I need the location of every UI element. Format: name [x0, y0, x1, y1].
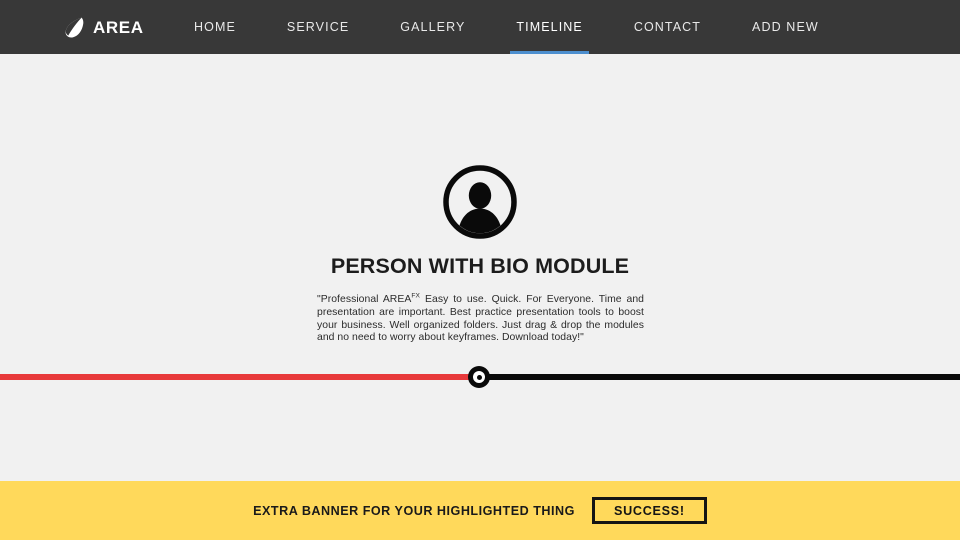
hero-title: PERSON WITH BIO MODULE [330, 254, 630, 278]
brand-logo-link[interactable]: AREA [65, 0, 144, 54]
timeline-played-track[interactable] [0, 374, 479, 380]
timeline-scrubber[interactable] [0, 366, 960, 388]
banner-text: EXTRA BANNER FOR YOUR HIGHLIGHTED THING [253, 503, 575, 518]
nav-item-home[interactable]: HOME [178, 0, 252, 54]
leaf-logo-icon [65, 17, 84, 38]
success-button[interactable]: SUCCESS! [591, 497, 707, 524]
main-navigation: HOME SERVICE GALLERY TIMELINE CONTACT AD… [178, 0, 835, 54]
hero-body-text: "Professional AREAFX Easy to use. Quick.… [317, 292, 644, 345]
nav-item-add-new[interactable]: ADD NEW [736, 0, 835, 54]
playhead-marker-icon[interactable] [468, 366, 490, 388]
nav-item-contact[interactable]: CONTACT [618, 0, 717, 54]
playhead-ring [473, 371, 485, 383]
nav-item-service[interactable]: SERVICE [271, 0, 365, 54]
nav-item-gallery[interactable]: GALLERY [384, 0, 481, 54]
site-header: AREA HOME SERVICE GALLERY TIMELINE CONTA… [0, 0, 960, 54]
timeline-remaining-track[interactable] [479, 374, 960, 380]
highlight-banner: EXTRA BANNER FOR YOUR HIGHLIGHTED THING … [0, 481, 960, 540]
nav-item-timeline[interactable]: TIMELINE [500, 0, 598, 54]
playhead-center-dot [476, 374, 482, 380]
brand-name: AREA [93, 17, 144, 37]
hero-body-superscript: FX [411, 292, 421, 300]
person-avatar-icon [443, 165, 517, 239]
hero-body-part-1: "Professional AREA [317, 294, 412, 305]
hero-section: PERSON WITH BIO MODULE "Professional ARE… [0, 54, 960, 481]
